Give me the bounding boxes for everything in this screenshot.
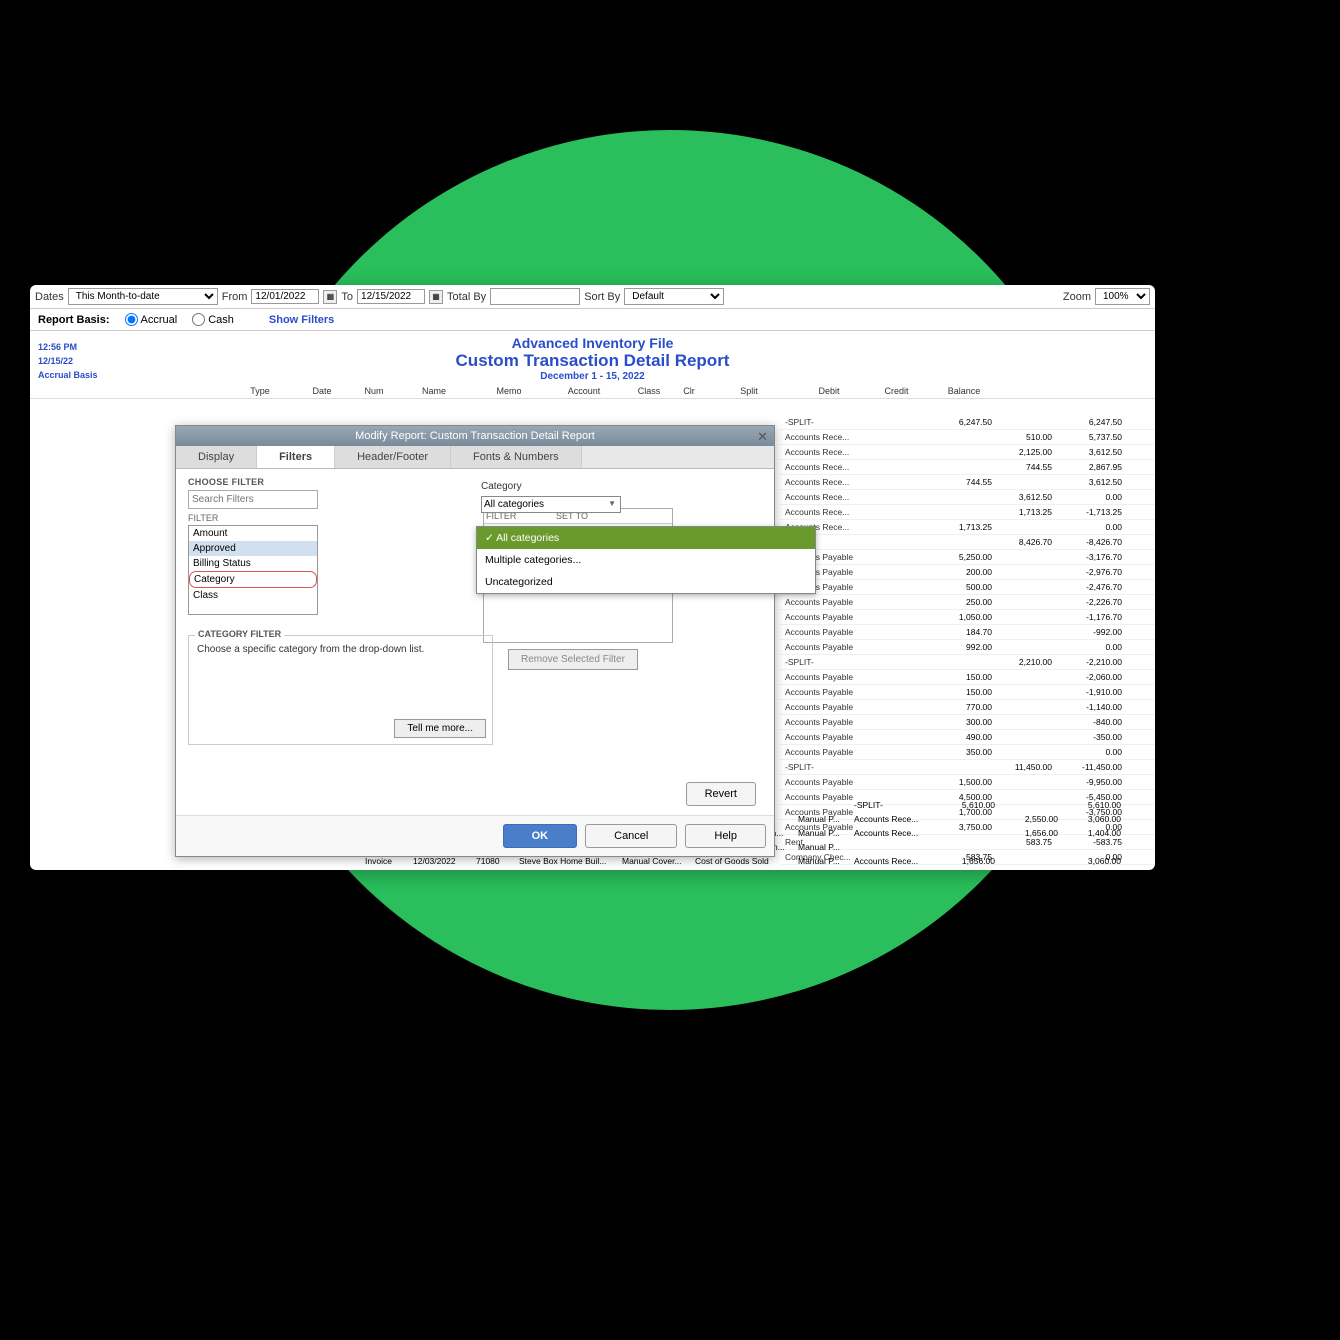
meta-basis: Accrual Basis (38, 368, 98, 382)
table-row[interactable]: Accounts Payable184.70-992.00 (780, 625, 1155, 640)
category-filter-text: Choose a specific category from the drop… (197, 644, 484, 655)
category-select-area: Category All categories (481, 481, 626, 513)
dialog-body: CHOOSE FILTER FILTER Amount Approved Bil… (176, 469, 774, 753)
ok-button[interactable]: OK (503, 824, 578, 848)
column-headers: Type Date Num Name Memo Account Class Cl… (30, 386, 1155, 399)
table-row[interactable]: -SPLIT-6,247.506,247.50 (780, 415, 1155, 430)
totalby-label: Total By (447, 291, 486, 303)
table-row[interactable]: Accounts Payable350.000.00 (780, 745, 1155, 760)
table-row[interactable]: Accounts Payable1,500.00-9,950.00 (780, 775, 1155, 790)
table-row[interactable]: -SPLIT-11,450.00-11,450.00 (780, 760, 1155, 775)
table-row[interactable]: Accounts Payable490.00-350.00 (780, 730, 1155, 745)
meta-date: 12/15/22 (38, 354, 98, 368)
category-select[interactable]: All categories (481, 496, 621, 513)
table-row[interactable]: Accounts Rece...1,713.25-1,713.25 (780, 505, 1155, 520)
basis-label: Report Basis: (38, 314, 110, 326)
toolbar-basis: Report Basis: Accrual Cash Show Filters (30, 309, 1155, 331)
tab-display[interactable]: Display (176, 446, 257, 468)
table-row[interactable]: Accounts Payable250.00-2,226.70 (780, 595, 1155, 610)
table-row[interactable]: Accounts Payable200.00-2,976.70 (780, 565, 1155, 580)
tab-fonts-numbers[interactable]: Fonts & Numbers (451, 446, 582, 468)
filter-list-header: FILTER (188, 513, 468, 523)
filter-item-billing-status[interactable]: Billing Status (189, 556, 317, 571)
close-icon[interactable]: ✕ (757, 429, 768, 445)
report-header: Advanced Inventory File Custom Transacti… (30, 335, 1155, 382)
modify-report-dialog: Modify Report: Custom Transaction Detail… (175, 425, 775, 857)
sortby-select[interactable]: Default (624, 288, 724, 305)
report-meta: 12:56 PM 12/15/22 Accrual Basis (38, 340, 98, 382)
search-filters-input[interactable] (188, 490, 318, 509)
help-button[interactable]: Help (685, 824, 766, 848)
report-title: Custom Transaction Detail Report (30, 351, 1155, 371)
filter-item-amount[interactable]: Amount (189, 526, 317, 541)
table-row[interactable]: Accounts Payable5,250.00-3,176.70 (780, 550, 1155, 565)
show-filters-link[interactable]: Show Filters (269, 314, 334, 326)
table-row[interactable]: Accounts Rece...2,125.003,612.50 (780, 445, 1155, 460)
report-range: December 1 - 15, 2022 (30, 371, 1155, 382)
current-filter-panel: CURRENT FILTER CHOICES FILTER SET TO Dat… (483, 477, 743, 745)
to-label: To (341, 291, 353, 303)
tab-header-footer[interactable]: Header/Footer (335, 446, 451, 468)
table-row[interactable]: Accounts Rece...510.005,737.50 (780, 430, 1155, 445)
table-row[interactable]: Accounts Payable150.00-1,910.00 (780, 685, 1155, 700)
category-dropdown[interactable]: All categories Multiple categories... Un… (476, 526, 816, 594)
revert-button[interactable]: Revert (686, 782, 756, 806)
choose-filter-panel: CHOOSE FILTER FILTER Amount Approved Bil… (188, 477, 468, 745)
company-name: Advanced Inventory File (30, 335, 1155, 351)
filter-list[interactable]: Amount Approved Billing Status Category … (188, 525, 318, 615)
dropdown-multiple-categories[interactable]: Multiple categories... (477, 549, 815, 571)
dialog-title-bar: Modify Report: Custom Transaction Detail… (176, 426, 774, 446)
table-row[interactable]: Accounts Payable1,050.00-1,176.70 (780, 610, 1155, 625)
calendar-icon[interactable]: ▦ (429, 290, 443, 304)
dialog-footer: OK Cancel Help (176, 815, 774, 856)
tell-me-more-button[interactable]: Tell me more... (394, 719, 486, 738)
filter-item-category[interactable]: Category (189, 571, 317, 588)
table-row[interactable]: Accounts Rece...744.552,867.95 (780, 460, 1155, 475)
dropdown-uncategorized[interactable]: Uncategorized (477, 571, 815, 593)
table-row[interactable]: Accounts Payable300.00-840.00 (780, 715, 1155, 730)
sortby-label: Sort By (584, 291, 620, 303)
report-window: Dates This Month-to-date From ▦ To ▦ Tot… (30, 285, 1155, 870)
category-label: Category (481, 481, 626, 492)
cancel-button[interactable]: Cancel (585, 824, 677, 848)
table-row[interactable]: Accounts Payable770.00-1,140.00 (780, 700, 1155, 715)
filter-item-class[interactable]: Class (189, 588, 317, 603)
filter-item-approved[interactable]: Approved (189, 541, 317, 556)
totalby-select[interactable]: Total only (490, 288, 580, 305)
table-row[interactable]: Accounts Payable150.00-2,060.00 (780, 670, 1155, 685)
table-row[interactable]: -SPLIT-8,426.70-8,426.70 (780, 535, 1155, 550)
calendar-icon[interactable]: ▦ (323, 290, 337, 304)
from-input[interactable] (251, 289, 319, 304)
zoom-select[interactable]: 100% (1095, 288, 1150, 305)
category-filter-box: CATEGORY FILTER Choose a specific catego… (188, 635, 493, 745)
dialog-title: Modify Report: Custom Transaction Detail… (355, 430, 595, 442)
dates-select[interactable]: This Month-to-date (68, 288, 218, 305)
category-filter-label: CATEGORY FILTER (195, 629, 284, 639)
table-row[interactable]: Accounts Payable992.000.00 (780, 640, 1155, 655)
accrual-radio[interactable]: Accrual (125, 313, 178, 326)
zoom-label: Zoom (1063, 291, 1091, 303)
table-row[interactable]: -SPLIT-2,210.00-2,210.00 (780, 655, 1155, 670)
to-input[interactable] (357, 289, 425, 304)
table-row[interactable]: Accounts Rece...3,612.500.00 (780, 490, 1155, 505)
cash-radio[interactable]: Cash (192, 313, 234, 326)
remove-selected-filter-button[interactable]: Remove Selected Filter (508, 649, 638, 670)
choose-filter-label: CHOOSE FILTER (188, 477, 468, 487)
meta-time: 12:56 PM (38, 340, 98, 354)
dialog-tabs: Display Filters Header/Footer Fonts & Nu… (176, 446, 774, 469)
dates-label: Dates (35, 291, 64, 303)
table-row[interactable]: Accounts Rece...744.553,612.50 (780, 475, 1155, 490)
table-row[interactable]: Accounts Rece...1,713.250.00 (780, 520, 1155, 535)
from-label: From (222, 291, 248, 303)
dropdown-all-categories[interactable]: All categories (477, 527, 815, 549)
table-row[interactable]: Accounts Payable500.00-2,476.70 (780, 580, 1155, 595)
tab-filters[interactable]: Filters (257, 446, 335, 468)
toolbar-main: Dates This Month-to-date From ▦ To ▦ Tot… (30, 285, 1155, 309)
